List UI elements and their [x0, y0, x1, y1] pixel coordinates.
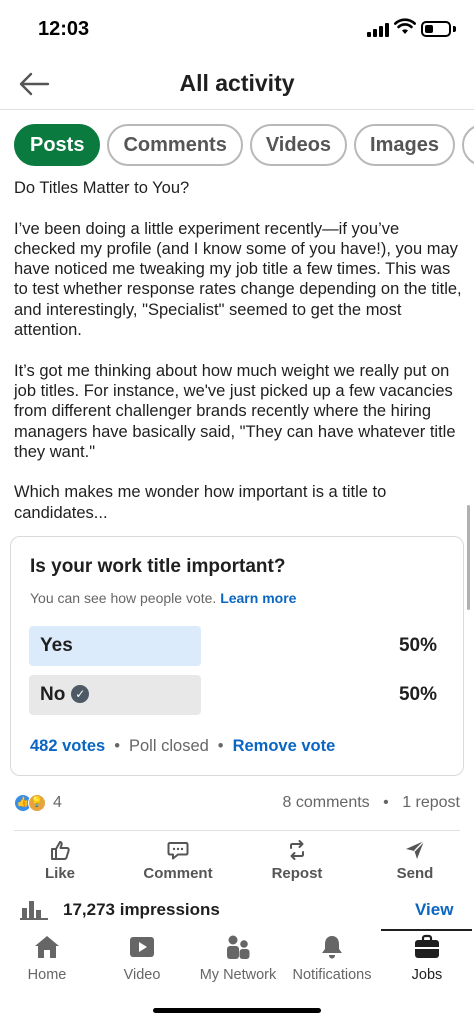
nav-notifications[interactable]: Notifications: [286, 934, 378, 983]
poll-option-label: Yes: [40, 635, 73, 656]
poll-question: Is your work title important?: [30, 556, 286, 577]
send-button[interactable]: Send: [370, 836, 460, 882]
home-icon: [35, 936, 59, 958]
separator: •: [114, 737, 120, 755]
post-paragraph: Do Titles Matter to You?: [14, 179, 190, 197]
poll-note-text: You can see how people vote.: [30, 590, 217, 606]
poll-votes-link[interactable]: 482 votes: [30, 737, 105, 755]
poll-option-label: No: [40, 684, 66, 705]
nav-my-network[interactable]: My Network: [192, 934, 284, 983]
nav-jobs[interactable]: Jobs: [403, 934, 451, 983]
nav-home[interactable]: Home: [22, 934, 72, 983]
battery-icon: [421, 21, 451, 37]
reactions-summary[interactable]: 👍 💡: [14, 792, 50, 814]
post-text: Do Titles Matter to You? I’ve been doing…: [14, 178, 462, 543]
briefcase-icon: [415, 934, 439, 958]
nav-video[interactable]: Video: [116, 934, 168, 983]
separator: •: [217, 737, 224, 755]
poll-option-percent: 50%: [398, 635, 437, 656]
insightful-reaction-icon: 💡: [28, 794, 46, 812]
comment-label: Comment: [143, 865, 213, 882]
poll-option-no[interactable]: No ✓ 50%: [29, 675, 443, 715]
impressions-row: 17,273 impressions View: [0, 896, 474, 926]
repost-button[interactable]: Repost: [252, 836, 342, 882]
page-title: All activity: [179, 70, 295, 96]
scrollbar-thumb[interactable]: [467, 505, 470, 610]
nav-label: Jobs: [411, 967, 443, 983]
bell-icon: [322, 936, 342, 959]
social-counts: 👍 💡 4 8 comments • 1 repost: [14, 792, 460, 816]
filter-chips: PostsCommentsVideosImagesRe: [14, 124, 474, 170]
home-indicator: [153, 1008, 321, 1013]
tab-images[interactable]: Images: [354, 124, 455, 166]
repost-icon: [290, 840, 304, 860]
analytics-bar-icon: [20, 901, 48, 920]
nav-label: My Network: [199, 967, 277, 983]
nav-label: Home: [27, 967, 67, 983]
like-label: Like: [44, 865, 75, 882]
post-paragraph: I’ve been doing a little experiment rece…: [14, 219, 462, 340]
comment-button[interactable]: Comment: [133, 836, 223, 882]
comment-icon: [167, 842, 189, 860]
learn-more-link[interactable]: Learn more: [220, 590, 296, 606]
poll-option-percent: 50%: [398, 684, 437, 705]
post-paragraph: Which makes me wonder how important is a…: [14, 483, 387, 522]
poll-note: You can see how people vote. Learn more: [30, 590, 296, 606]
poll-status: Poll closed: [129, 737, 209, 755]
status-time: 12:03: [38, 18, 90, 40]
post-paragraph: It’s got me thinking about how much weig…: [14, 361, 456, 461]
wifi-icon: [394, 18, 416, 34]
tab-comments[interactable]: Comments: [107, 124, 243, 166]
nav-label: Notifications: [292, 967, 372, 983]
impressions-count: 17,273 impressions: [63, 900, 220, 919]
view-analytics-button[interactable]: View: [415, 900, 453, 920]
remove-vote-button[interactable]: Remove vote: [233, 737, 336, 755]
engagement-counts: 8 comments • 1 repost: [283, 794, 460, 812]
send-label: Send: [396, 865, 434, 882]
poll-card: Is your work title important? You can se…: [10, 536, 464, 776]
repost-label: Repost: [271, 865, 323, 882]
active-tab-indicator: [381, 929, 472, 931]
poll-option-yes[interactable]: Yes 50%: [29, 626, 443, 666]
send-icon: [406, 840, 425, 859]
cellular-signal-icon: [367, 23, 389, 37]
poll-meta: 482 votes • Poll closed • Remove vote: [30, 737, 335, 756]
header: All activity: [0, 60, 474, 110]
nav-label: Video: [123, 967, 161, 983]
tab-videos[interactable]: Videos: [249, 124, 348, 166]
reaction-count[interactable]: 4: [53, 794, 62, 812]
thumbs-up-icon: [51, 841, 70, 860]
action-bar: Like Comment Repost Send: [0, 836, 474, 886]
video-icon: [130, 937, 154, 957]
like-button[interactable]: Like: [15, 836, 105, 882]
divider: [14, 830, 460, 831]
comments-count[interactable]: 8 comments: [283, 794, 370, 811]
separator: •: [383, 794, 389, 811]
status-bar: 12:03: [0, 0, 474, 60]
checkmark-icon: ✓: [71, 685, 90, 703]
reposts-count[interactable]: 1 repost: [402, 794, 460, 811]
network-icon: [227, 935, 250, 959]
tab-reactions[interactable]: Re: [461, 124, 474, 166]
tab-posts[interactable]: Posts: [14, 124, 101, 166]
poll-option-label-wrap: No ✓: [40, 684, 90, 706]
